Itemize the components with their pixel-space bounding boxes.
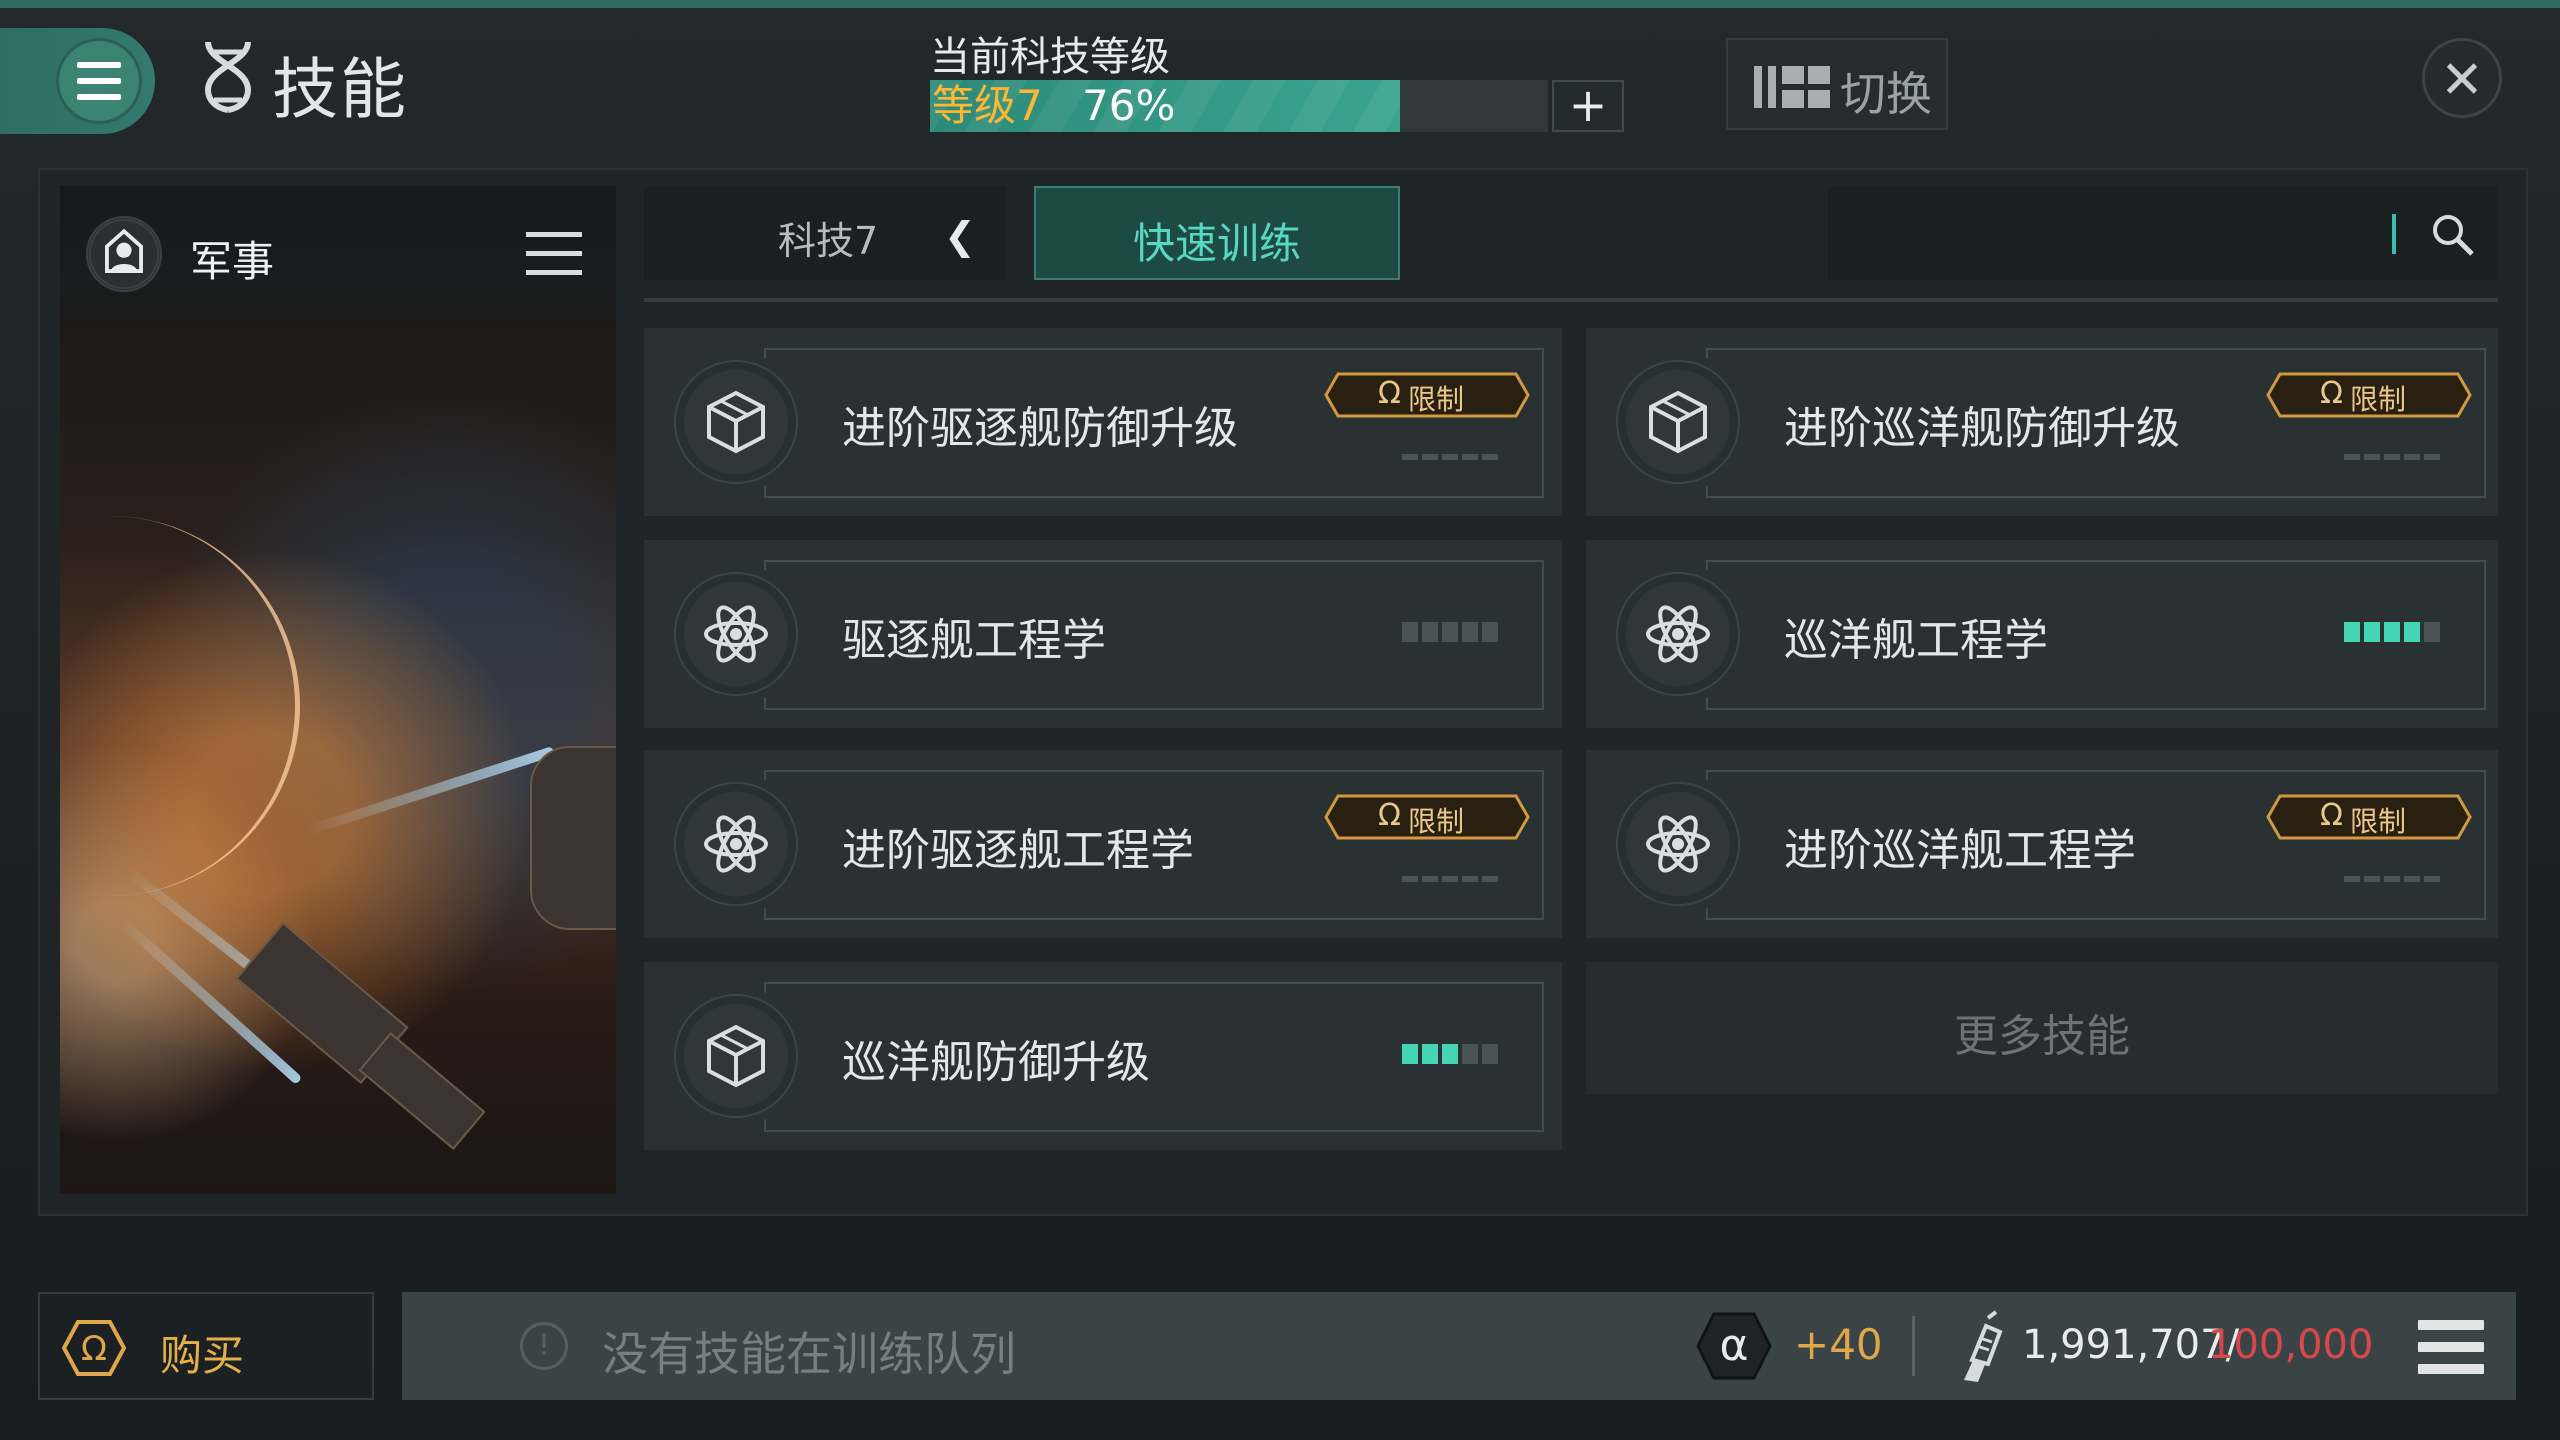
divider <box>1912 1316 1915 1376</box>
skill-points-current: 1,991,707/ <box>2022 1322 2240 1368</box>
restricted-badge-label: 限制 <box>1408 383 1465 416</box>
switch-label: 切换 <box>1840 67 1932 121</box>
restricted-badge-label: 限制 <box>2350 383 2407 416</box>
omega-icon: Ω <box>2320 798 2343 833</box>
restricted-badge-label: 限制 <box>2350 805 2407 838</box>
omega-icon: Ω <box>1378 376 1401 411</box>
tech-level-label: 等级7 <box>932 81 1043 130</box>
category-label: 军事 <box>190 237 275 286</box>
skill-name: 巡洋舰防御升级 <box>842 1037 1150 1088</box>
ship-art <box>358 1031 486 1151</box>
skill-card[interactable]: 进阶巡洋舰防御升级 Ω 限制 <box>1586 328 2498 516</box>
restricted-badge: Ω 限制 <box>1324 372 1530 418</box>
atom-icon <box>666 774 806 914</box>
restricted-badge: Ω 限制 <box>1324 794 1530 840</box>
ship-art <box>530 746 616 930</box>
cube-icon <box>666 986 806 1126</box>
soldier-icon <box>86 216 162 292</box>
skill-points-max: 100,000 <box>2208 1322 2374 1368</box>
omega-icon: Ω <box>62 1320 126 1376</box>
military-card-header: 军事 <box>60 186 616 328</box>
skill-injector-icon <box>1964 1310 2003 1382</box>
tab-quick-train-label: 快速训练 <box>1132 219 1301 268</box>
planet-art <box>60 516 300 896</box>
dna-icon <box>204 41 252 113</box>
training-queue-bar[interactable]: ! 没有技能在训练队列 α +40 1,991,707/ 100,000 <box>402 1292 2516 1400</box>
restricted-badge-label: 限制 <box>1408 805 1465 838</box>
buy-button[interactable]: Ω 购买 <box>38 1292 374 1400</box>
restricted-badge: Ω 限制 <box>2266 794 2472 840</box>
skill-name: 进阶驱逐舰工程学 <box>842 825 1194 876</box>
laser-beam-art <box>304 746 556 836</box>
top-accent-line <box>0 0 2560 8</box>
more-skills-label: 更多技能 <box>1954 1011 2130 1062</box>
tab-tech-label: 科技7 <box>778 219 879 263</box>
queue-empty-text: 没有技能在训练队列 <box>602 1327 1016 1381</box>
skill-name: 驱逐舰工程学 <box>842 615 1106 666</box>
cube-icon <box>666 352 806 492</box>
skill-card[interactable]: 进阶驱逐舰工程学 Ω 限制 <box>644 750 1562 938</box>
skill-card[interactable]: 巡洋舰防御升级 <box>644 962 1562 1150</box>
skill-name: 巡洋舰工程学 <box>1784 615 2048 666</box>
skill-level-indicator <box>1402 622 1498 642</box>
skill-level-indicator <box>2344 622 2440 642</box>
chevron-left-icon: ❮ <box>944 214 976 258</box>
tech-level-caption: 当前科技等级 <box>930 34 1170 80</box>
more-skills-button[interactable]: 更多技能 <box>1586 962 2498 1094</box>
switch-view-button[interactable]: 切换 <box>1726 38 1948 130</box>
tab-quick-train[interactable]: 快速训练 <box>1034 186 1400 280</box>
info-icon: ! <box>520 1322 568 1370</box>
skill-level-indicator <box>2344 454 2440 460</box>
skill-level-indicator <box>2344 876 2440 882</box>
skill-card[interactable]: 进阶驱逐舰防御升级 Ω 限制 <box>644 328 1562 516</box>
tech-level-percent: 76% <box>1082 81 1176 130</box>
hamburger-icon <box>56 38 142 124</box>
omega-icon: Ω <box>2320 376 2343 411</box>
skill-card[interactable]: 驱逐舰工程学 <box>644 540 1562 728</box>
tech-level-plus-button[interactable]: + <box>1552 80 1624 132</box>
tab-tech-level[interactable]: 科技7 ❮ <box>644 186 1006 280</box>
skill-name: 进阶巡洋舰防御升级 <box>1784 403 2180 454</box>
restricted-badge: Ω 限制 <box>2266 372 2472 418</box>
divider <box>644 298 2498 302</box>
alpha-bonus: +40 <box>1794 1320 1883 1369</box>
queue-menu-icon[interactable] <box>2418 1320 2484 1374</box>
skill-level-indicator <box>1402 1044 1498 1064</box>
skill-name: 进阶驱逐舰防御升级 <box>842 403 1238 454</box>
skill-level-indicator <box>1402 876 1498 882</box>
skill-card[interactable]: 进阶巡洋舰工程学 Ω 限制 <box>1586 750 2498 938</box>
main-menu-button[interactable] <box>0 28 155 134</box>
list-view-icon <box>1754 66 1830 108</box>
category-menu-icon[interactable] <box>526 232 582 276</box>
close-button[interactable] <box>2422 38 2502 118</box>
text-caret <box>2392 214 2396 254</box>
svg-text:α: α <box>1719 1320 1748 1371</box>
military-category-card[interactable]: 军事 <box>60 186 616 1194</box>
skill-card[interactable]: 巡洋舰工程学 <box>1586 540 2498 728</box>
omega-icon: Ω <box>1378 798 1401 833</box>
page-title: 技能 <box>272 51 408 128</box>
cube-icon <box>1608 352 1748 492</box>
atom-icon <box>666 564 806 704</box>
search-icon[interactable] <box>2428 210 2476 258</box>
skill-name: 进阶巡洋舰工程学 <box>1784 825 2136 876</box>
alpha-icon[interactable]: α <box>1696 1310 1772 1382</box>
atom-icon <box>1608 564 1748 704</box>
atom-icon <box>1608 774 1748 914</box>
buy-label: 购买 <box>160 1331 245 1380</box>
svg-text:Ω: Ω <box>81 1329 107 1369</box>
skill-level-indicator <box>1402 454 1498 460</box>
search-input[interactable] <box>1828 186 2498 280</box>
